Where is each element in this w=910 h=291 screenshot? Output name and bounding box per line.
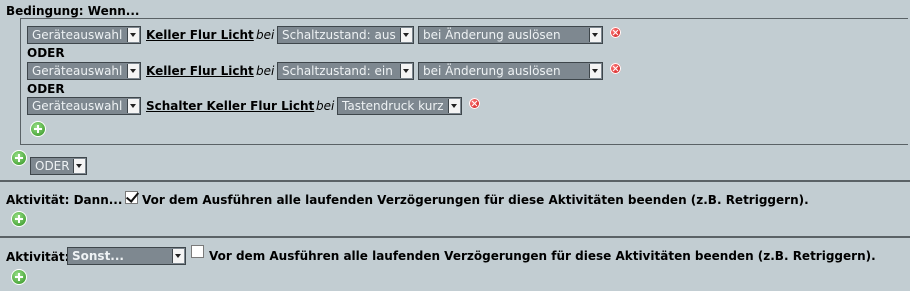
- activity-else-label: Aktivität:: [6, 250, 70, 264]
- bei-label-1: bei: [256, 28, 275, 42]
- delete-icon[interactable]: [610, 27, 621, 38]
- chevron-down-icon: [172, 249, 184, 263]
- logic-select[interactable]: ODER: [30, 157, 87, 175]
- add-condition-icon[interactable]: [30, 121, 46, 137]
- state-select-2-value: Schaltzustand: ein: [282, 64, 393, 78]
- chevron-down-icon: [589, 28, 601, 42]
- state-select-3[interactable]: Tastendruck kurz: [337, 97, 462, 115]
- trigger-select-1[interactable]: bei Änderung auslösen: [418, 26, 603, 44]
- connector-oder-2: ODER: [27, 82, 65, 96]
- device-type-select-1-value: Geräteauswahl: [32, 28, 123, 42]
- device-type-select-1[interactable]: Geräteauswahl: [27, 26, 141, 44]
- stop-delays-checkbox-then[interactable]: [125, 191, 138, 204]
- program-editor: Bedingung: Wenn... Geräteauswahl Keller …: [0, 0, 910, 291]
- device-link-2[interactable]: Keller Flur Licht: [146, 64, 254, 78]
- delete-icon[interactable]: [610, 63, 621, 74]
- trigger-select-2-value: bei Änderung auslösen: [423, 64, 561, 78]
- stop-delays-checkbox-else[interactable]: [191, 245, 204, 258]
- state-select-1-value: Schaltzustand: aus: [282, 28, 396, 42]
- device-type-select-2-value: Geräteauswahl: [32, 64, 123, 78]
- section-divider: [0, 180, 910, 182]
- device-link-1[interactable]: Keller Flur Licht: [146, 28, 254, 42]
- logic-select-value: ODER: [35, 159, 70, 173]
- add-activity-else-icon[interactable]: [11, 269, 27, 285]
- chevron-down-icon: [127, 64, 139, 78]
- add-activity-then-icon[interactable]: [11, 211, 27, 227]
- delete-icon[interactable]: [469, 98, 480, 109]
- section-divider: [0, 236, 910, 238]
- device-type-select-2[interactable]: Geräteauswahl: [27, 62, 141, 80]
- chevron-down-icon: [400, 28, 412, 42]
- bei-label-3: bei: [316, 99, 335, 113]
- chevron-down-icon: [448, 99, 460, 113]
- stop-delays-label-then: Vor dem Ausführen alle laufenden Verzöge…: [142, 193, 809, 207]
- device-type-select-3[interactable]: Geräteauswahl: [27, 97, 141, 115]
- trigger-select-2[interactable]: bei Änderung auslösen: [418, 62, 603, 80]
- activity-else-select-value: Sonst...: [72, 249, 124, 263]
- state-select-1[interactable]: Schaltzustand: aus: [277, 26, 414, 44]
- state-select-2[interactable]: Schaltzustand: ein: [277, 62, 414, 80]
- activity-else-select[interactable]: Sonst...: [67, 247, 186, 265]
- bei-label-2: bei: [256, 64, 275, 78]
- device-type-select-3-value: Geräteauswahl: [32, 99, 123, 113]
- trigger-select-1-value: bei Änderung auslösen: [423, 28, 561, 42]
- state-select-3-value: Tastendruck kurz: [342, 99, 444, 113]
- chevron-down-icon: [127, 99, 139, 113]
- activity-then-label: Aktivität: Dann...: [6, 193, 123, 207]
- connector-oder-1: ODER: [27, 46, 65, 60]
- chevron-down-icon: [400, 64, 412, 78]
- add-condition-group-icon[interactable]: [11, 150, 27, 166]
- condition-title: Bedingung: Wenn...: [6, 4, 140, 18]
- device-link-3[interactable]: Schalter Keller Flur Licht: [146, 99, 314, 113]
- chevron-down-icon: [127, 28, 139, 42]
- chevron-down-icon: [589, 64, 601, 78]
- stop-delays-label-else: Vor dem Ausführen alle laufenden Verzöge…: [209, 249, 876, 263]
- chevron-down-icon: [73, 159, 85, 173]
